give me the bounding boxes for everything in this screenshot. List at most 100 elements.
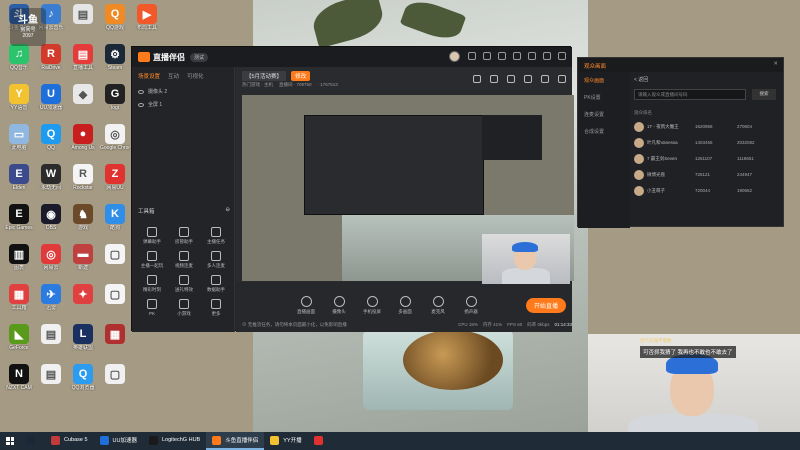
share-icon[interactable] xyxy=(558,75,566,83)
rank-row[interactable]: 小丑萌子 720044 190652 xyxy=(634,185,780,196)
bottom-control[interactable]: 多画面 xyxy=(393,296,417,315)
desktop-icon[interactable]: ◎ 网易云 xyxy=(36,244,66,271)
tool-button[interactable]: 多人连麦 xyxy=(200,251,232,269)
toolbox-toggle-icon[interactable]: ⊖ xyxy=(225,207,230,215)
minimize-icon[interactable] xyxy=(528,52,536,60)
window-icon[interactable] xyxy=(524,75,532,83)
tab-interact[interactable]: 互动 xyxy=(168,72,179,80)
desktop-icon[interactable]: ▬ 新建 xyxy=(68,244,98,271)
scene-item[interactable]: 摄像头 2 xyxy=(132,85,234,98)
close-icon[interactable]: ✕ xyxy=(773,61,778,67)
search-button[interactable]: 搜索 xyxy=(752,89,776,100)
desktop-icon[interactable]: ▤ 直播工具 xyxy=(68,44,98,71)
tool-button[interactable]: 房管助手 xyxy=(168,227,200,245)
dialog-tab[interactable]: 连麦设置 xyxy=(578,106,630,123)
tool-button[interactable]: 主播任务 xyxy=(200,227,232,245)
desktop-icon[interactable]: ▢ xyxy=(100,284,130,305)
maximize-icon[interactable] xyxy=(543,52,551,60)
desktop-icon[interactable]: ✈ 迅雷 xyxy=(36,284,66,311)
gift-icon[interactable] xyxy=(473,75,481,83)
app-tag[interactable]: 测试 xyxy=(190,52,209,62)
desktop-icon[interactable]: ▤ xyxy=(36,324,66,345)
desktop-icon[interactable]: Y YY语音 xyxy=(4,84,34,111)
taskbar-item[interactable] xyxy=(308,432,333,450)
tool-button[interactable]: 小游戏 xyxy=(168,299,200,317)
start-live-button[interactable]: 开始直播 xyxy=(525,298,566,313)
desktop-icon[interactable]: ▶ 布局工具 xyxy=(132,4,162,31)
desktop-icon[interactable]: ♫ QQ音乐 xyxy=(4,44,34,71)
eye-icon[interactable] xyxy=(138,102,144,107)
dialog-tab[interactable]: 合成设置 xyxy=(578,123,630,140)
desktop-icon[interactable]: ⚙ Steam xyxy=(100,44,130,71)
desktop-icon[interactable]: L 英雄联盟 xyxy=(68,324,98,351)
desktop-icon[interactable]: ▢ xyxy=(100,244,130,265)
rank-row[interactable]: 7 霸王剑Seven 1261107 1118651 xyxy=(634,153,780,164)
back-link[interactable]: < 返回 xyxy=(634,76,780,83)
user-avatar[interactable] xyxy=(449,51,460,62)
desktop-icon[interactable]: Q QQ xyxy=(36,124,66,151)
desktop-icon[interactable]: ▤ xyxy=(68,4,98,25)
dialog-tab[interactable]: 观众画面 xyxy=(578,72,630,89)
tool-button[interactable]: 数据助手 xyxy=(200,275,232,293)
desktop-icon[interactable]: ▥ 图表 xyxy=(4,244,34,271)
skin-icon[interactable] xyxy=(498,52,506,60)
rank-row[interactable]: 微博光盘 725121 244947 xyxy=(634,169,780,180)
tool-button[interactable]: 弹幕助手 xyxy=(136,227,168,245)
desktop-icon[interactable]: ▢ xyxy=(100,364,130,385)
tool-button[interactable]: 主播一起玩 xyxy=(136,251,168,269)
desktop-icon[interactable]: ● Among Us xyxy=(68,124,98,151)
desktop-icon[interactable]: ▦ xyxy=(100,324,130,345)
desktop-icon[interactable]: ▭ 此电脑 xyxy=(4,124,34,151)
rank-row[interactable]: 叶凡和Vanessa 1403456 2032082 xyxy=(634,137,780,148)
tool-button[interactable]: 送礼特效 xyxy=(168,275,200,293)
desktop-icon[interactable]: Q QQ浏览器 xyxy=(68,364,98,391)
taskbar-item[interactable]: 斗鱼直播伴侣 xyxy=(206,432,265,450)
tool-button[interactable]: PK xyxy=(136,299,168,317)
desktop-icon[interactable]: E Epic Games xyxy=(4,204,34,231)
settings-icon[interactable] xyxy=(483,52,491,60)
search-input[interactable]: 请输入观众或直播间号码 xyxy=(634,89,746,100)
bottom-control[interactable]: 摄像头 xyxy=(327,296,351,315)
desktop-icon[interactable]: ♞ 游戏 xyxy=(68,204,98,231)
desktop-icon[interactable]: ✦ xyxy=(68,284,98,305)
desktop-icon[interactable]: R Rockstar xyxy=(68,164,98,191)
bottom-control[interactable]: 扬声器 xyxy=(459,296,483,315)
desktop-icon[interactable]: U UU加速器 xyxy=(36,84,66,111)
taskbar-item[interactable]: LogitechG HUB xyxy=(143,432,206,450)
desktop-icon[interactable]: ◉ OBS xyxy=(36,204,66,231)
desktop-icon[interactable]: Q QQ游戏 xyxy=(100,4,130,31)
desktop-icon[interactable]: ▦ 工具箱 xyxy=(4,284,34,311)
bottom-control[interactable]: 麦克风 xyxy=(426,296,450,315)
desktop-icon[interactable]: E Elden xyxy=(4,164,34,191)
tool-button[interactable]: 更多 xyxy=(200,299,232,317)
record-icon[interactable] xyxy=(507,75,515,83)
taskbar-item[interactable]: Cubase 5 xyxy=(45,432,94,450)
edit-room-button[interactable]: 修改 xyxy=(291,71,311,81)
taskbar-item[interactable]: YY开播 xyxy=(264,432,307,450)
desktop-icon[interactable]: ◆ xyxy=(68,84,98,105)
menu-icon[interactable] xyxy=(513,52,521,60)
desktop-icon[interactable]: R RaiDrive xyxy=(36,44,66,71)
chat-icon[interactable] xyxy=(541,75,549,83)
tool-button[interactable]: 视频连麦 xyxy=(168,251,200,269)
close-icon[interactable] xyxy=(558,52,566,60)
message-icon[interactable] xyxy=(468,52,476,60)
taskbar-item[interactable]: UU加速器 xyxy=(94,432,143,450)
bottom-control[interactable]: 直播画面 xyxy=(294,296,318,315)
tab-visual[interactable]: 可视化 xyxy=(187,72,204,80)
start-button[interactable] xyxy=(0,432,20,450)
bottom-control[interactable]: 手机投屏 xyxy=(360,296,384,315)
tab-scenes[interactable]: 场景设置 xyxy=(138,72,160,80)
lock-icon[interactable] xyxy=(490,75,498,83)
rank-row[interactable]: 1T - 夜鸦大魔王 1620958 270604 xyxy=(634,121,780,132)
desktop-icon[interactable]: N NZXT CAM xyxy=(4,364,34,391)
desktop-icon[interactable]: ▤ xyxy=(36,364,66,385)
taskbar-item[interactable] xyxy=(20,432,45,450)
tool-button[interactable]: 精彩时刻 xyxy=(136,275,168,293)
desktop-icon[interactable]: Glogi xyxy=(100,84,130,111)
dialog-tab[interactable]: PK设置 xyxy=(578,89,630,106)
desktop-icon[interactable]: ◎Google Chrome xyxy=(100,124,130,151)
desktop-icon[interactable]: W 永劫无间 xyxy=(36,164,66,191)
desktop-icon[interactable]: K 酷狗 xyxy=(100,204,130,231)
eye-icon[interactable] xyxy=(138,89,144,94)
